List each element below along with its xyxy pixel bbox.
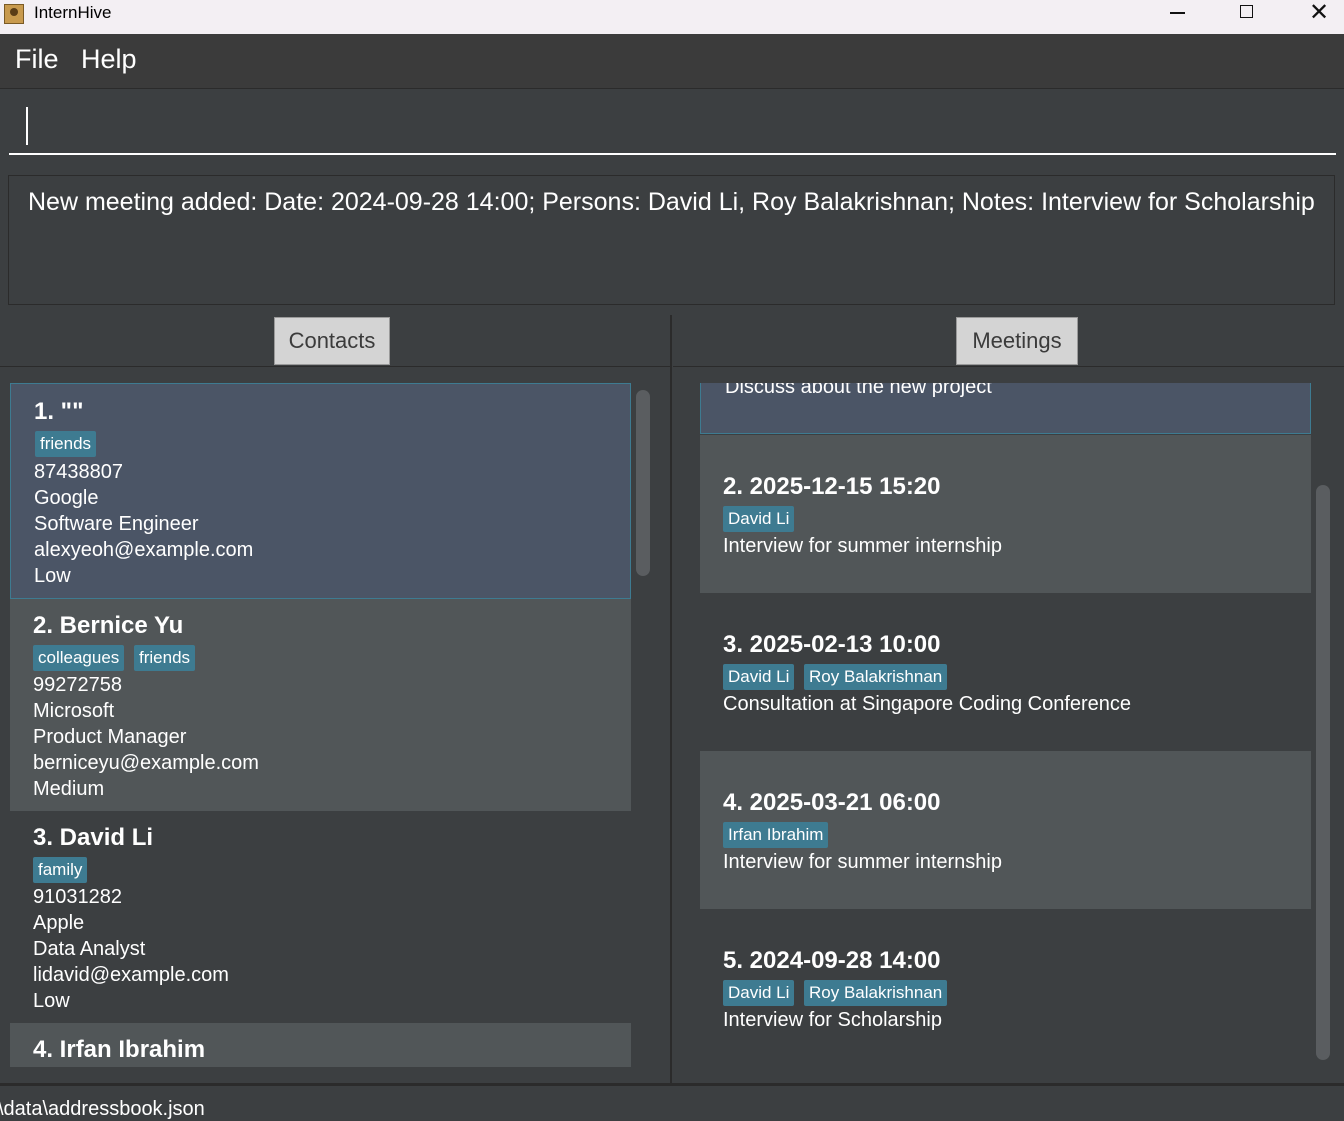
- command-input[interactable]: [9, 93, 1336, 155]
- meeting-datetime: 5. 2024-09-28 14:00: [723, 947, 941, 974]
- meetings-list[interactable]: Discuss about the new project 2. 2025-12…: [700, 383, 1311, 1067]
- meeting-notes: Interview for summer internship: [723, 851, 1002, 873]
- contact-phone: 99272758: [33, 674, 122, 696]
- status-bar: \data\addressbook.json: [0, 1086, 1344, 1120]
- contact-priority: Low: [34, 565, 71, 587]
- contacts-scrollbar[interactable]: [636, 390, 650, 576]
- contact-tag: friends: [35, 431, 97, 457]
- meeting-person-tag: Roy Balakrishnan: [804, 980, 948, 1006]
- result-message: New meeting added: Date: 2024-09-28 14:0…: [28, 188, 1315, 216]
- meeting-datetime: 3. 2025-02-13 10:00: [723, 631, 941, 658]
- contact-company: Google: [34, 487, 99, 509]
- meeting-card[interactable]: 4. 2025-03-21 06:00 Irfan Ibrahim Interv…: [700, 751, 1311, 909]
- meeting-card[interactable]: Discuss about the new project: [700, 383, 1311, 434]
- meetings-scrollbar[interactable]: [1316, 485, 1330, 1060]
- meeting-notes: Discuss about the new project: [725, 383, 992, 398]
- meeting-person-tag: Irfan Ibrahim: [723, 822, 829, 848]
- window-title: InternHive: [34, 3, 112, 22]
- text-caret: [26, 107, 28, 145]
- contact-name: 4. Irfan Ibrahim: [33, 1036, 206, 1063]
- meeting-card[interactable]: 5. 2024-09-28 14:00 David Li Roy Balakri…: [700, 909, 1311, 1067]
- contact-role: Data Analyst: [33, 938, 146, 960]
- meeting-notes: Interview for Scholarship: [723, 1009, 942, 1031]
- contact-email: lidavid@example.com: [33, 964, 229, 986]
- contact-card[interactable]: 1. "" friends 87438807 Google Software E…: [10, 383, 631, 599]
- contact-card[interactable]: 4. Irfan Ibrahim: [10, 1023, 631, 1067]
- meeting-card[interactable]: 3. 2025-02-13 10:00 David Li Roy Balakri…: [700, 593, 1311, 751]
- meeting-person-tag: David Li: [723, 506, 795, 532]
- meeting-notes: Consultation at Singapore Coding Confere…: [723, 693, 1132, 715]
- contact-company: Apple: [33, 912, 85, 934]
- menu-file[interactable]: File: [15, 44, 59, 75]
- contact-email: berniceyu@example.com: [33, 752, 259, 774]
- contact-tag: colleagues: [33, 645, 125, 671]
- contacts-list[interactable]: 1. "" friends 87438807 Google Software E…: [10, 383, 631, 1067]
- meeting-card[interactable]: 2. 2025-12-15 15:20 David Li Interview f…: [700, 435, 1311, 593]
- minimize-button[interactable]: [1142, 0, 1212, 34]
- meeting-datetime: 2. 2025-12-15 15:20: [723, 473, 941, 500]
- contact-priority: Low: [33, 990, 70, 1012]
- tab-contacts[interactable]: Contacts: [274, 317, 390, 365]
- menu-help[interactable]: Help: [81, 44, 137, 75]
- tab-meetings[interactable]: Meetings: [956, 317, 1078, 365]
- contact-tag: friends: [134, 645, 196, 671]
- meeting-notes: Interview for summer internship: [723, 535, 1002, 557]
- maximize-button[interactable]: [1212, 0, 1282, 34]
- tab-strip-divider: [673, 366, 1344, 367]
- tab-strip-divider: [0, 366, 670, 367]
- meetings-panel: Meetings Discuss about the new project 2…: [673, 315, 1344, 1083]
- contact-email: alexyeoh@example.com: [34, 539, 254, 561]
- contact-name: 2. Bernice Yu: [33, 612, 184, 639]
- contacts-panel: Contacts 1. "" friends 87438807 Google S…: [0, 315, 672, 1083]
- contact-role: Product Manager: [33, 726, 187, 748]
- menu-bar: File Help: [0, 34, 1344, 89]
- close-button[interactable]: ✕: [1282, 0, 1344, 34]
- contact-role: Software Engineer: [34, 513, 199, 535]
- meeting-datetime: 4. 2025-03-21 06:00: [723, 789, 941, 816]
- contact-name: 1. "": [34, 398, 84, 425]
- meeting-person-tag: Roy Balakrishnan: [804, 664, 948, 690]
- contact-card[interactable]: 3. David Li family 91031282 Apple Data A…: [10, 811, 631, 1023]
- command-box: [0, 89, 1344, 169]
- meeting-person-tag: David Li: [723, 664, 795, 690]
- contact-company: Microsoft: [33, 700, 115, 722]
- window-title-bar[interactable]: InternHive ✕: [0, 0, 1344, 34]
- contact-card[interactable]: 2. Bernice Yu colleagues friends 9927275…: [10, 599, 631, 811]
- close-icon: ✕: [1309, 0, 1330, 26]
- contact-phone: 87438807: [34, 461, 123, 483]
- save-file-path: \data\addressbook.json: [0, 1098, 205, 1120]
- contact-priority: Medium: [33, 778, 105, 800]
- meeting-person-tag: David Li: [723, 980, 795, 1006]
- app-icon: [4, 4, 24, 24]
- contact-phone: 91031282: [33, 886, 122, 908]
- contact-tag: family: [33, 857, 88, 883]
- contact-name: 3. David Li: [33, 824, 154, 851]
- result-display: New meeting added: Date: 2024-09-28 14:0…: [8, 175, 1335, 305]
